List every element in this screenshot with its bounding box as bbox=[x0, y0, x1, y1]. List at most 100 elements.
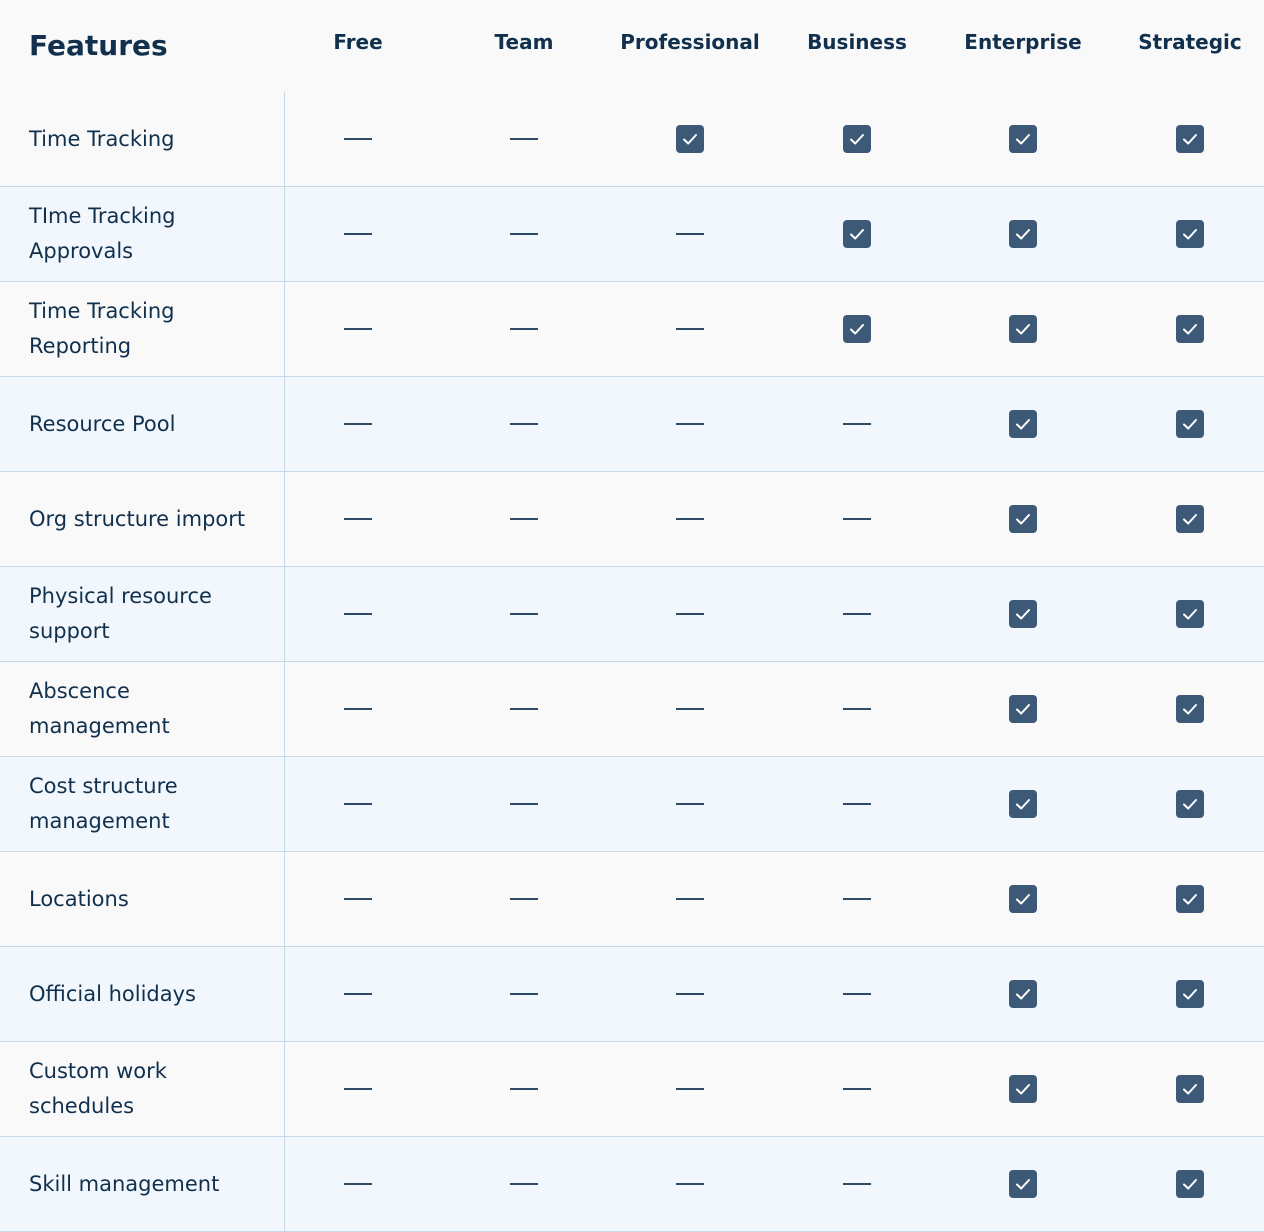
dash-icon bbox=[510, 138, 538, 140]
feature-row: Skill management bbox=[0, 1137, 1264, 1232]
dash-icon bbox=[676, 328, 704, 330]
dash-icon bbox=[344, 1088, 372, 1090]
cell-free bbox=[275, 567, 441, 661]
dash-icon bbox=[843, 708, 871, 710]
feature-row: Time Tracking Reporting bbox=[0, 282, 1264, 377]
cell-enterprise bbox=[940, 92, 1106, 186]
cell-strategic bbox=[1107, 377, 1264, 471]
feature-row: Org structure import bbox=[0, 472, 1264, 567]
cell-professional bbox=[607, 92, 773, 186]
checkbox-checked-icon bbox=[1176, 125, 1204, 153]
cell-professional bbox=[607, 282, 773, 376]
cell-business bbox=[774, 92, 940, 186]
feature-label: Org structure import bbox=[29, 506, 246, 531]
checkbox-checked-icon bbox=[1176, 1075, 1204, 1103]
cell-enterprise bbox=[940, 567, 1106, 661]
checkbox-checked-icon bbox=[1009, 125, 1037, 153]
feature-label: Time Tracking bbox=[29, 126, 175, 151]
dash-icon bbox=[676, 423, 704, 425]
dash-icon bbox=[510, 898, 538, 900]
checkbox-checked-icon bbox=[1009, 885, 1037, 913]
cell-free bbox=[275, 187, 441, 281]
dash-icon bbox=[344, 613, 372, 615]
checkbox-checked-icon bbox=[1009, 790, 1037, 818]
checkbox-checked-icon bbox=[1176, 220, 1204, 248]
cell-strategic bbox=[1107, 282, 1264, 376]
checkbox-checked-icon bbox=[1176, 885, 1204, 913]
cell-professional bbox=[607, 757, 773, 851]
feature-label: Custom work schedules bbox=[29, 1059, 167, 1118]
cell-business bbox=[774, 852, 940, 946]
dash-icon bbox=[676, 803, 704, 805]
cell-free bbox=[275, 1137, 441, 1231]
cell-team bbox=[441, 567, 607, 661]
feature-label: Skill management bbox=[29, 1171, 220, 1196]
checkbox-checked-icon bbox=[1009, 600, 1037, 628]
checkbox-checked-icon bbox=[1176, 505, 1204, 533]
cell-professional bbox=[607, 662, 773, 756]
cell-team bbox=[441, 1042, 607, 1136]
cell-strategic bbox=[1107, 92, 1264, 186]
dash-icon bbox=[510, 1183, 538, 1185]
cell-enterprise bbox=[940, 1137, 1106, 1231]
plan-header-free: Free bbox=[333, 30, 383, 54]
checkbox-checked-icon bbox=[1009, 315, 1037, 343]
cell-free bbox=[275, 757, 441, 851]
cell-team bbox=[441, 377, 607, 471]
cell-free bbox=[275, 92, 441, 186]
feature-label: TIme Tracking Approvals bbox=[29, 204, 176, 263]
cell-free bbox=[275, 852, 441, 946]
dash-icon bbox=[843, 1183, 871, 1185]
cell-enterprise bbox=[940, 472, 1106, 566]
cell-enterprise bbox=[940, 187, 1106, 281]
checkbox-checked-icon bbox=[1009, 410, 1037, 438]
cell-strategic bbox=[1107, 852, 1264, 946]
cell-team bbox=[441, 282, 607, 376]
cell-free bbox=[275, 1042, 441, 1136]
cell-enterprise bbox=[940, 947, 1106, 1041]
dash-icon bbox=[843, 518, 871, 520]
dash-icon bbox=[510, 233, 538, 235]
dash-icon bbox=[510, 803, 538, 805]
checkbox-checked-icon bbox=[1176, 695, 1204, 723]
cell-professional bbox=[607, 1042, 773, 1136]
cell-enterprise bbox=[940, 377, 1106, 471]
feature-row: Locations bbox=[0, 852, 1264, 947]
dash-icon bbox=[510, 993, 538, 995]
checkbox-checked-icon bbox=[1009, 505, 1037, 533]
checkbox-checked-icon bbox=[1009, 1170, 1037, 1198]
dash-icon bbox=[676, 518, 704, 520]
cell-team bbox=[441, 947, 607, 1041]
cell-team bbox=[441, 757, 607, 851]
dash-icon bbox=[344, 328, 372, 330]
plan-header-professional: Professional bbox=[620, 30, 760, 54]
cell-free bbox=[275, 282, 441, 376]
table-header: Features Free Team Professional Business… bbox=[0, 0, 1264, 92]
checkbox-checked-icon bbox=[843, 125, 871, 153]
cell-team bbox=[441, 92, 607, 186]
cell-strategic bbox=[1107, 662, 1264, 756]
cell-business bbox=[774, 377, 940, 471]
dash-icon bbox=[676, 898, 704, 900]
feature-row: Official holidays bbox=[0, 947, 1264, 1042]
cell-enterprise bbox=[940, 1042, 1106, 1136]
checkbox-checked-icon bbox=[1009, 980, 1037, 1008]
cell-free bbox=[275, 662, 441, 756]
dash-icon bbox=[676, 613, 704, 615]
feature-row: Abscence management bbox=[0, 662, 1264, 757]
cell-strategic bbox=[1107, 1137, 1264, 1231]
dash-icon bbox=[344, 708, 372, 710]
dash-icon bbox=[676, 1183, 704, 1185]
feature-row: TIme Tracking Approvals bbox=[0, 187, 1264, 282]
cell-team bbox=[441, 472, 607, 566]
feature-row: Custom work schedules bbox=[0, 1042, 1264, 1137]
cell-team bbox=[441, 662, 607, 756]
cell-free bbox=[275, 947, 441, 1041]
dash-icon bbox=[510, 328, 538, 330]
cell-professional bbox=[607, 472, 773, 566]
cell-free bbox=[275, 377, 441, 471]
dash-icon bbox=[510, 518, 538, 520]
cell-professional bbox=[607, 567, 773, 661]
feature-label: Locations bbox=[29, 886, 129, 911]
dash-icon bbox=[344, 803, 372, 805]
